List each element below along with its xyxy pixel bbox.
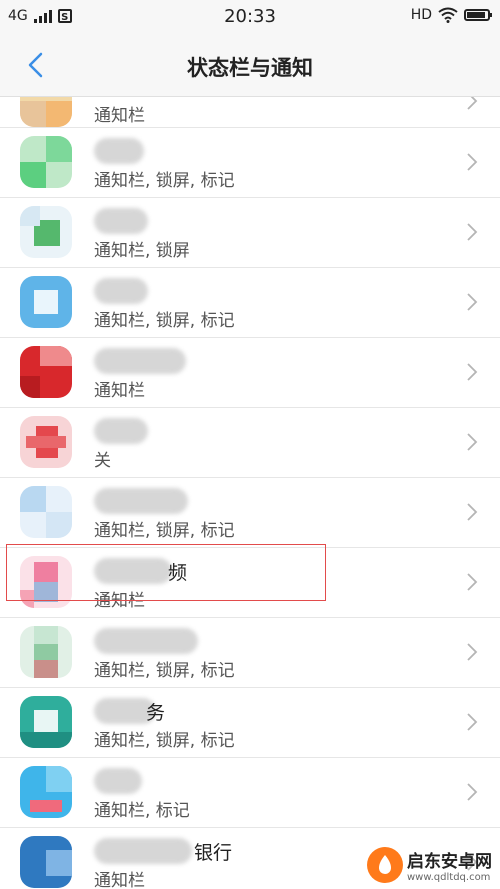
app-icon: [20, 416, 72, 468]
app-icon: [20, 206, 72, 258]
watermark-text: 启东安卓网: [407, 852, 492, 872]
status-bar: 4G S 20:33 HD: [0, 0, 500, 36]
blurred-app-name: [94, 768, 142, 794]
app-icon: [20, 696, 72, 748]
app-row[interactable]: 通知栏: [0, 97, 500, 128]
hd-indicator: HD: [410, 7, 432, 23]
app-row[interactable]: 通知栏, 锁屏, 标记: [0, 128, 500, 198]
blurred-app-name: [94, 838, 192, 864]
chevron-right-icon: [467, 223, 478, 241]
chevron-right-icon: [467, 97, 478, 110]
chevron-right-icon: [467, 503, 478, 521]
app-subtitle: 通知栏, 锁屏, 标记: [94, 521, 235, 541]
app-subtitle: 通知栏: [94, 871, 145, 889]
app-subtitle: 通知栏, 锁屏, 标记: [94, 171, 235, 191]
status-right: HD: [410, 7, 492, 23]
app-name: 务: [146, 702, 166, 724]
blurred-app-name: [94, 418, 148, 444]
app-icon: [20, 346, 72, 398]
app-icon: [20, 556, 72, 608]
chevron-right-icon: [467, 573, 478, 591]
chevron-right-icon: [467, 293, 478, 311]
wifi-icon: [438, 7, 458, 23]
page-title: 状态栏与通知: [187, 56, 313, 80]
blurred-app-name: [94, 208, 148, 234]
app-row[interactable]: 通知栏, 标记: [0, 758, 500, 828]
app-subtitle: 通知栏, 锁屏, 标记: [94, 661, 235, 681]
app-row[interactable]: 通知栏: [0, 338, 500, 408]
battery-icon: [464, 9, 492, 21]
blurred-app-name: [94, 138, 144, 164]
app-subtitle: 通知栏: [94, 381, 145, 401]
chevron-right-icon: [467, 433, 478, 451]
app-icon: [20, 766, 72, 818]
watermark-logo-icon: [367, 847, 403, 883]
chevron-right-icon: [467, 153, 478, 171]
app-icon: [20, 626, 72, 678]
app-row[interactable]: 通知栏, 锁屏, 标记: [0, 268, 500, 338]
app-icon: [20, 97, 72, 127]
app-icon: [20, 486, 72, 538]
app-row[interactable]: 务 通知栏, 锁屏, 标记: [0, 688, 500, 758]
watermark: 启东安卓网 www.qdltdq.com: [367, 847, 492, 883]
app-subtitle: 通知栏: [94, 106, 145, 126]
app-row[interactable]: 频 通知栏: [0, 548, 500, 618]
app-name: 银行: [194, 842, 233, 864]
chevron-right-icon: [467, 643, 478, 661]
app-name: 频: [168, 562, 188, 584]
chevron-right-icon: [467, 363, 478, 381]
app-icon: [20, 276, 72, 328]
blurred-app-name: [94, 558, 172, 584]
app-subtitle: 通知栏, 锁屏, 标记: [94, 731, 235, 751]
blurred-app-name: [94, 278, 148, 304]
app-subtitle: 通知栏, 锁屏, 标记: [94, 311, 235, 331]
app-row[interactable]: 通知栏, 锁屏, 标记: [0, 478, 500, 548]
chevron-right-icon: [467, 713, 478, 731]
app-subtitle: 通知栏, 标记: [94, 801, 190, 821]
app-row[interactable]: 通知栏, 锁屏: [0, 198, 500, 268]
app-row[interactable]: 通知栏, 锁屏, 标记: [0, 618, 500, 688]
app-subtitle: 关: [94, 451, 111, 471]
app-icon: [20, 836, 72, 888]
watermark-url: www.qdltdq.com: [407, 872, 491, 883]
app-icon: [20, 136, 72, 188]
app-notification-list: 通知栏 通知栏, 锁屏, 标记 通知栏, 锁屏 通知栏, 锁屏, 标记 通知栏 …: [0, 97, 500, 889]
blurred-app-name: [94, 628, 198, 654]
blurred-app-name: [94, 348, 186, 374]
app-row[interactable]: 关: [0, 408, 500, 478]
app-subtitle: 通知栏: [94, 591, 145, 611]
chevron-right-icon: [467, 783, 478, 801]
blurred-app-name: [94, 488, 188, 514]
app-subtitle: 通知栏, 锁屏: [94, 241, 190, 261]
title-bar: 状态栏与通知: [0, 36, 500, 97]
